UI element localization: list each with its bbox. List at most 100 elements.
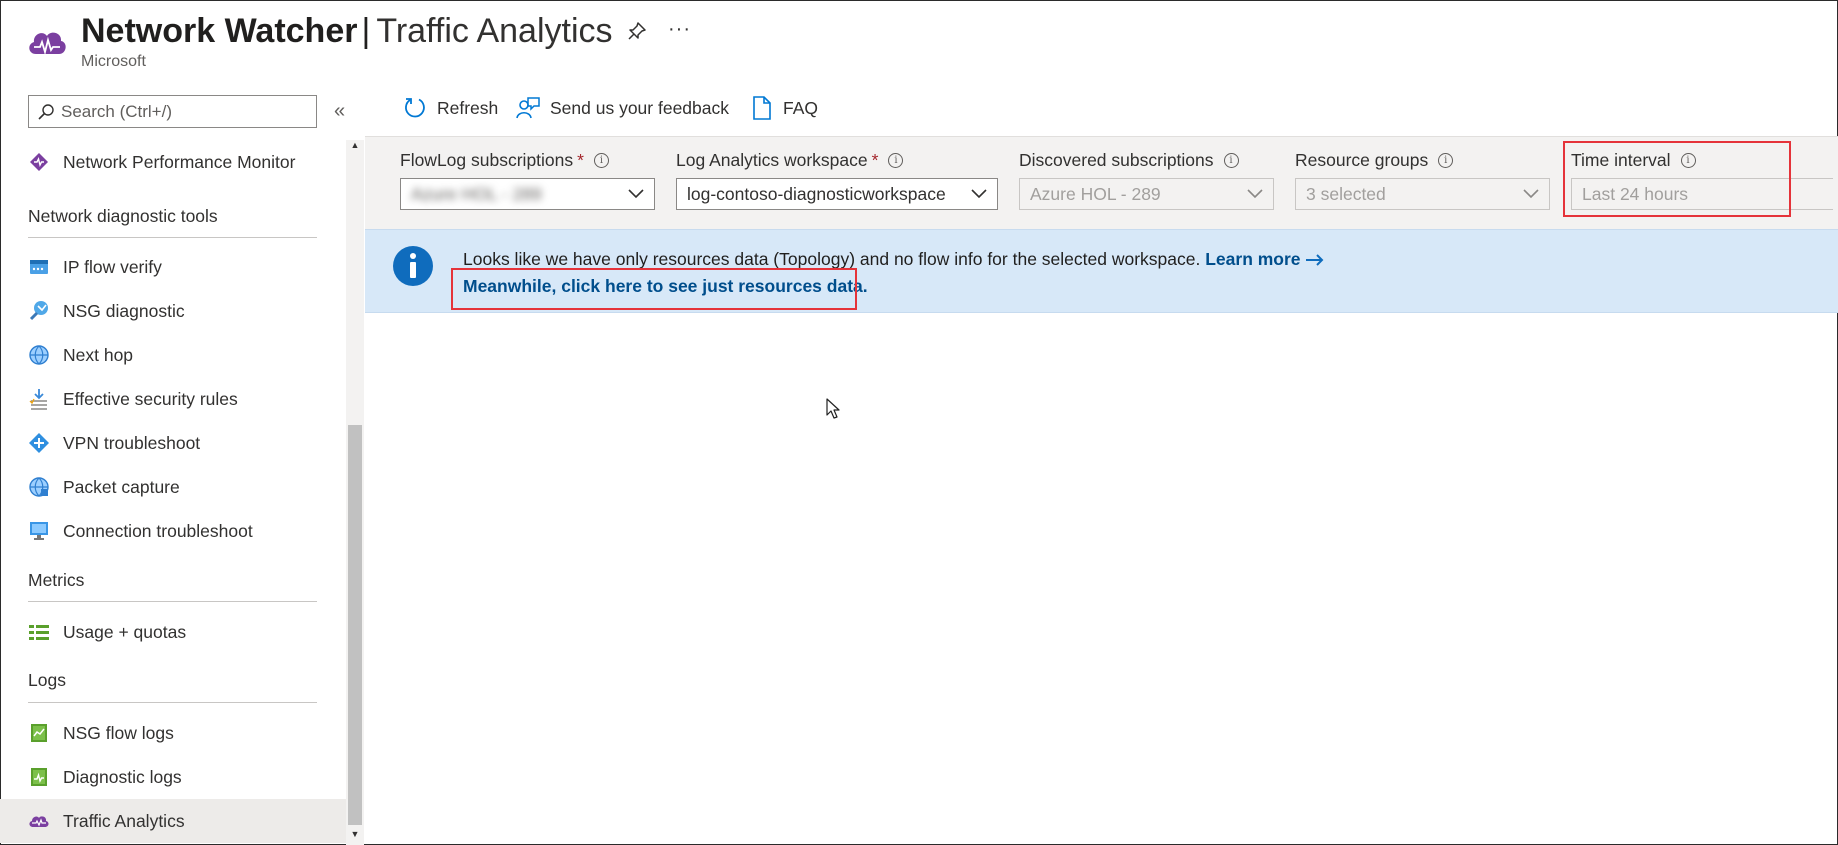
arrow-right-icon [1305,254,1323,267]
sidebar-item-label: Effective security rules [63,388,238,409]
page-title: Network Watcher | Traffic Analytics [81,10,613,52]
page-subtitle: Microsoft [81,53,146,70]
sidebar-item-label: IP flow verify [63,256,162,277]
page-title-blade: Traffic Analytics [376,12,613,50]
faq-button[interactable]: FAQ [751,96,818,120]
refresh-button[interactable]: Refresh [403,96,498,120]
filter-resource-groups: Resource groups i 3 selected [1295,149,1550,210]
section-divider [28,702,317,703]
more-options-icon[interactable]: ··· [668,18,691,41]
sidebar-item-ip-flow-verify[interactable]: IP flow verify [0,245,346,289]
send-feedback-label: Send us your feedback [550,97,730,118]
effective-security-rules-icon [28,388,50,410]
discovered-subscriptions-dropdown[interactable]: Azure HOL - 289 [1019,178,1274,210]
filter-log-analytics-workspace: Log Analytics workspace * i log-contoso-… [676,149,998,210]
network-performance-monitor-icon [28,151,50,173]
info-icon[interactable]: i [1223,152,1239,168]
sidebar-item-connection-troubleshoot[interactable]: Connection troubleshoot [0,509,346,553]
sidebar-search[interactable] [28,95,317,128]
ip-flow-verify-icon [28,256,50,278]
info-icon[interactable]: i [1680,152,1696,168]
sidebar: « Network Performance Monitor Network di… [0,80,365,845]
dropdown-value: log-contoso-diagnosticworkspace [687,183,946,204]
learn-more-label: Learn more [1205,249,1301,269]
packet-capture-icon [28,476,50,498]
filter-discovered-subscriptions: Discovered subscriptions i Azure HOL - 2… [1019,149,1274,210]
next-hop-icon [28,344,50,366]
filter-bar: FlowLog subscriptions * i Azure HOL - 28… [365,136,1838,229]
diagnostic-logs-icon [28,766,50,788]
nsg-diagnostic-icon [28,300,50,322]
time-interval-dropdown[interactable]: Last 24 hours [1571,178,1833,210]
sidebar-item-label: Usage + quotas [63,621,187,642]
pin-icon[interactable] [626,20,648,42]
section-divider [28,601,317,602]
banner-message: Looks like we have only resources data (… [463,249,1325,270]
filter-label: FlowLog subscriptions [400,149,574,170]
sidebar-item-nsg-flow-logs[interactable]: NSG flow logs [0,711,346,755]
sidebar-item-label: Network Performance Monitor [63,151,296,172]
chevron-down-icon [971,189,987,199]
info-icon[interactable]: i [1438,152,1454,168]
filter-label: Resource groups [1295,149,1429,170]
filter-time-interval: Time interval i Last 24 hours [1571,149,1833,210]
log-analytics-workspace-dropdown[interactable]: log-contoso-diagnosticworkspace [676,178,998,210]
sidebar-item-diagnostic-logs[interactable]: Diagnostic logs [0,755,346,799]
sidebar-item-nsg-diagnostic[interactable]: NSG diagnostic [0,289,346,333]
info-icon[interactable]: i [593,152,609,168]
learn-more-link[interactable]: Learn more [1205,249,1324,269]
sidebar-item-effective-security-rules[interactable]: Effective security rules [0,377,346,421]
vpn-troubleshoot-icon [28,432,50,454]
section-network-diagnostic-tools: Network diagnostic tools [28,206,218,226]
required-marker: * [577,149,584,170]
info-icon[interactable]: i [888,152,904,168]
resource-groups-dropdown[interactable]: 3 selected [1295,178,1550,210]
sidebar-item-label: Connection troubleshoot [63,520,253,541]
sidebar-scrollbar[interactable]: ▲ ▼ [346,140,364,845]
page-header: Network Watcher | Traffic Analytics Micros… [0,0,1838,80]
filter-flowlog-subscriptions: FlowLog subscriptions * i Azure HOL - 28… [400,149,655,210]
sidebar-item-label: Next hop [63,344,134,365]
refresh-label: Refresh [437,97,499,118]
info-banner: Looks like we have only resources data (… [365,229,1838,313]
sidebar-item-vpn-troubleshoot[interactable]: VPN troubleshoot [0,421,346,465]
page-title-resource: Network Watcher [81,12,358,50]
traffic-analytics-logo-icon [29,32,66,56]
connection-troubleshoot-icon [28,520,50,542]
info-icon [393,246,433,286]
dropdown-value: Azure HOL - 289 [411,183,542,204]
sidebar-item-next-hop[interactable]: Next hop [0,333,346,377]
document-icon [753,96,771,120]
scrollbar-thumb[interactable] [348,425,362,825]
filter-label: Log Analytics workspace [676,149,868,170]
sidebar-item-traffic-analytics[interactable]: Traffic Analytics [0,799,346,843]
section-logs: Logs [28,670,66,690]
filter-label: Time interval [1571,149,1671,170]
resources-data-link[interactable]: Meanwhile, click here to see just resour… [463,276,868,297]
sidebar-item-label: NSG flow logs [63,722,174,743]
filter-label: Discovered subscriptions [1019,149,1214,170]
scroll-down-arrow-icon[interactable]: ▼ [346,829,364,845]
section-metrics: Metrics [28,570,85,590]
dropdown-value: Azure HOL - 289 [1030,183,1161,204]
sidebar-item-usage-quotas[interactable]: Usage + quotas [0,610,346,654]
faq-label: FAQ [783,97,819,118]
sidebar-item-label: Traffic Analytics [63,810,185,831]
chevron-down-icon [628,189,644,199]
sidebar-item-network-performance-monitor[interactable]: Network Performance Monitor [0,140,346,184]
sidebar-item-label: Packet capture [63,476,180,497]
collapse-sidebar-icon[interactable]: « [334,100,345,123]
search-icon [38,103,54,120]
sidebar-item-label: VPN troubleshoot [63,432,201,453]
sidebar-item-packet-capture[interactable]: Packet capture [0,465,346,509]
flowlog-subscriptions-dropdown[interactable]: Azure HOL - 289 [400,178,655,210]
command-bar: Refresh Send us your feedback FAQ [365,80,1838,136]
banner-text: Looks like we have only resources data (… [463,249,1201,269]
scroll-up-arrow-icon[interactable]: ▲ [346,140,364,156]
page-title-separator: | [361,12,371,50]
dropdown-value: 3 selected [1306,183,1386,204]
required-marker: * [871,149,879,170]
search-input[interactable] [61,101,311,122]
send-feedback-button[interactable]: Send us your feedback [516,96,729,120]
nsg-flow-logs-icon [28,722,50,744]
